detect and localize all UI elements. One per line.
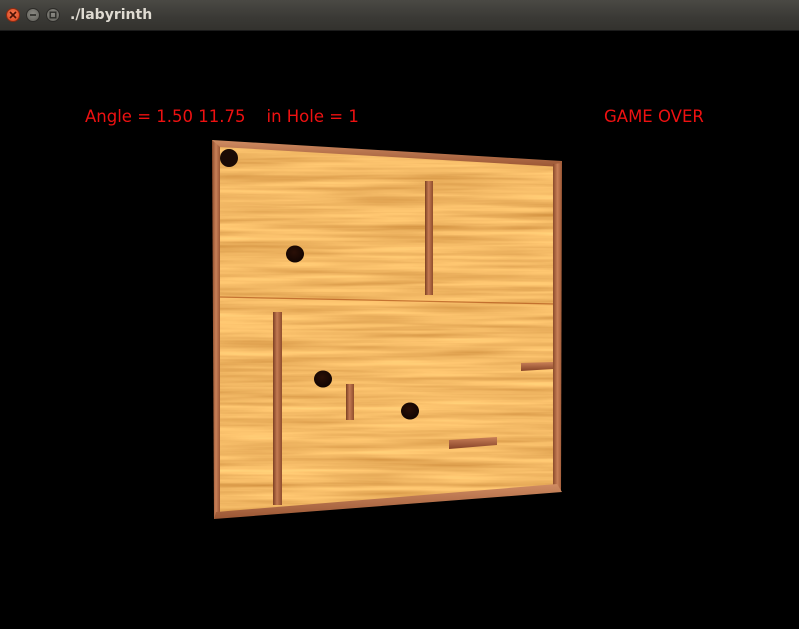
hole — [401, 402, 419, 420]
ball — [220, 149, 238, 167]
hole — [286, 245, 304, 263]
labyrinth-board[interactable] — [0, 0, 799, 629]
maze-wall — [273, 312, 282, 505]
maze-wall — [425, 181, 433, 295]
maze-wall — [346, 384, 354, 420]
board-surface — [216, 142, 560, 517]
hole — [314, 370, 332, 388]
